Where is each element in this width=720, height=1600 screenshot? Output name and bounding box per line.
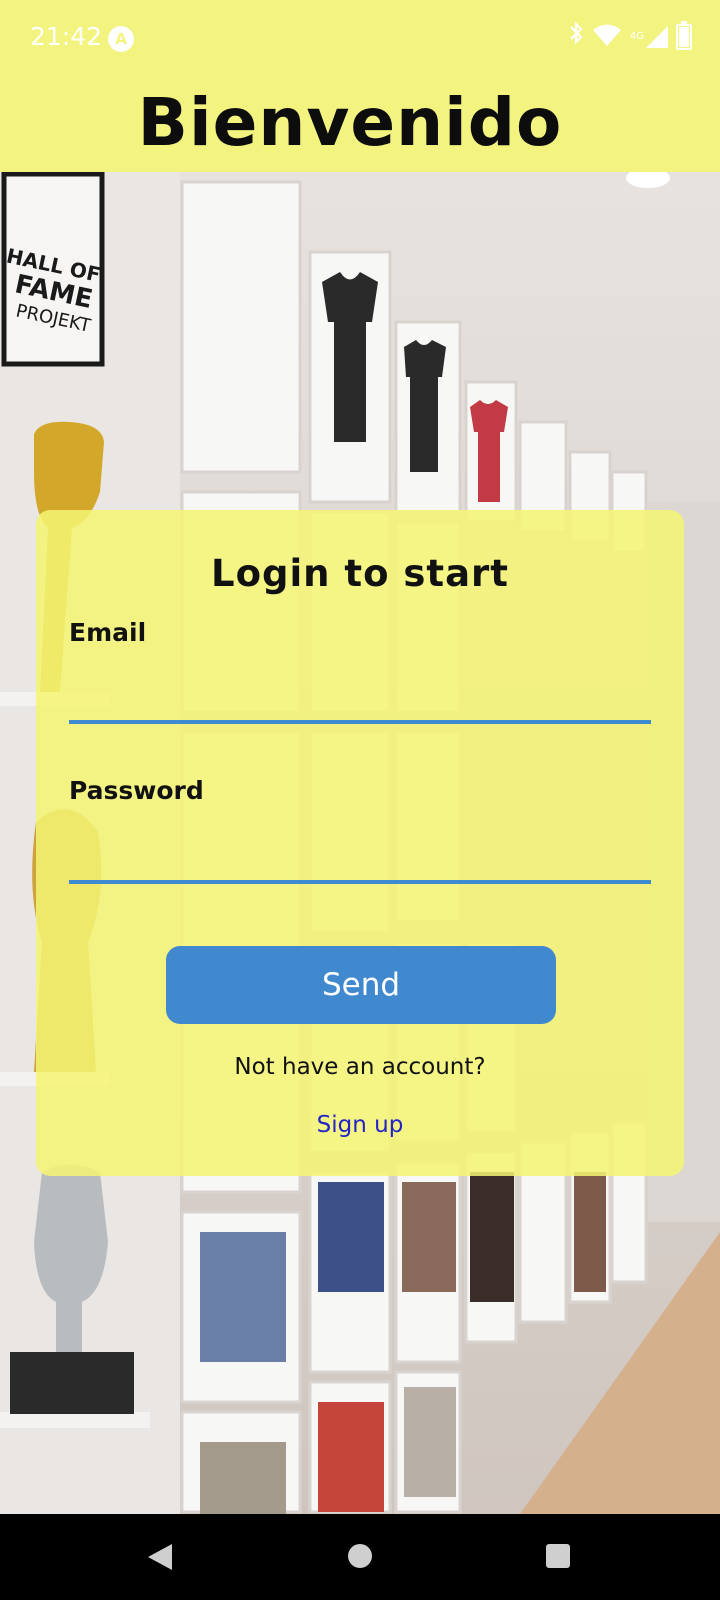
sign-up-link[interactable]: Sign up [36,1112,684,1138]
send-button[interactable]: Send [166,946,556,1024]
password-label: Password [69,776,204,805]
wifi-icon [592,23,622,51]
battery-icon [676,21,692,50]
status-bar: 21:42 A 4G [0,0,720,80]
status-icons: 4G [568,20,692,54]
email-field[interactable] [69,672,651,724]
app-notification-icon: A [108,26,134,52]
login-title: Login to start [211,552,509,595]
navigation-bar [0,1514,720,1600]
password-field[interactable] [69,832,651,884]
recents-icon[interactable] [546,1544,570,1568]
page-title: Bienvenido [137,84,563,161]
login-card: Login to start Email Password Send Not h… [36,510,684,1176]
home-icon[interactable] [348,1544,372,1568]
network-type-label: 4G [629,31,644,42]
email-label: Email [69,618,147,647]
page-header: Bienvenido [0,80,720,172]
no-account-text: Not have an account? [234,1054,486,1080]
screen: 21:42 A 4G Bienvenido HALL OF FAME PROJE… [0,0,720,1600]
signal-icon [646,26,668,48]
bluetooth-icon [568,20,584,54]
back-icon[interactable] [148,1544,172,1570]
status-time: 21:42 [30,22,103,51]
